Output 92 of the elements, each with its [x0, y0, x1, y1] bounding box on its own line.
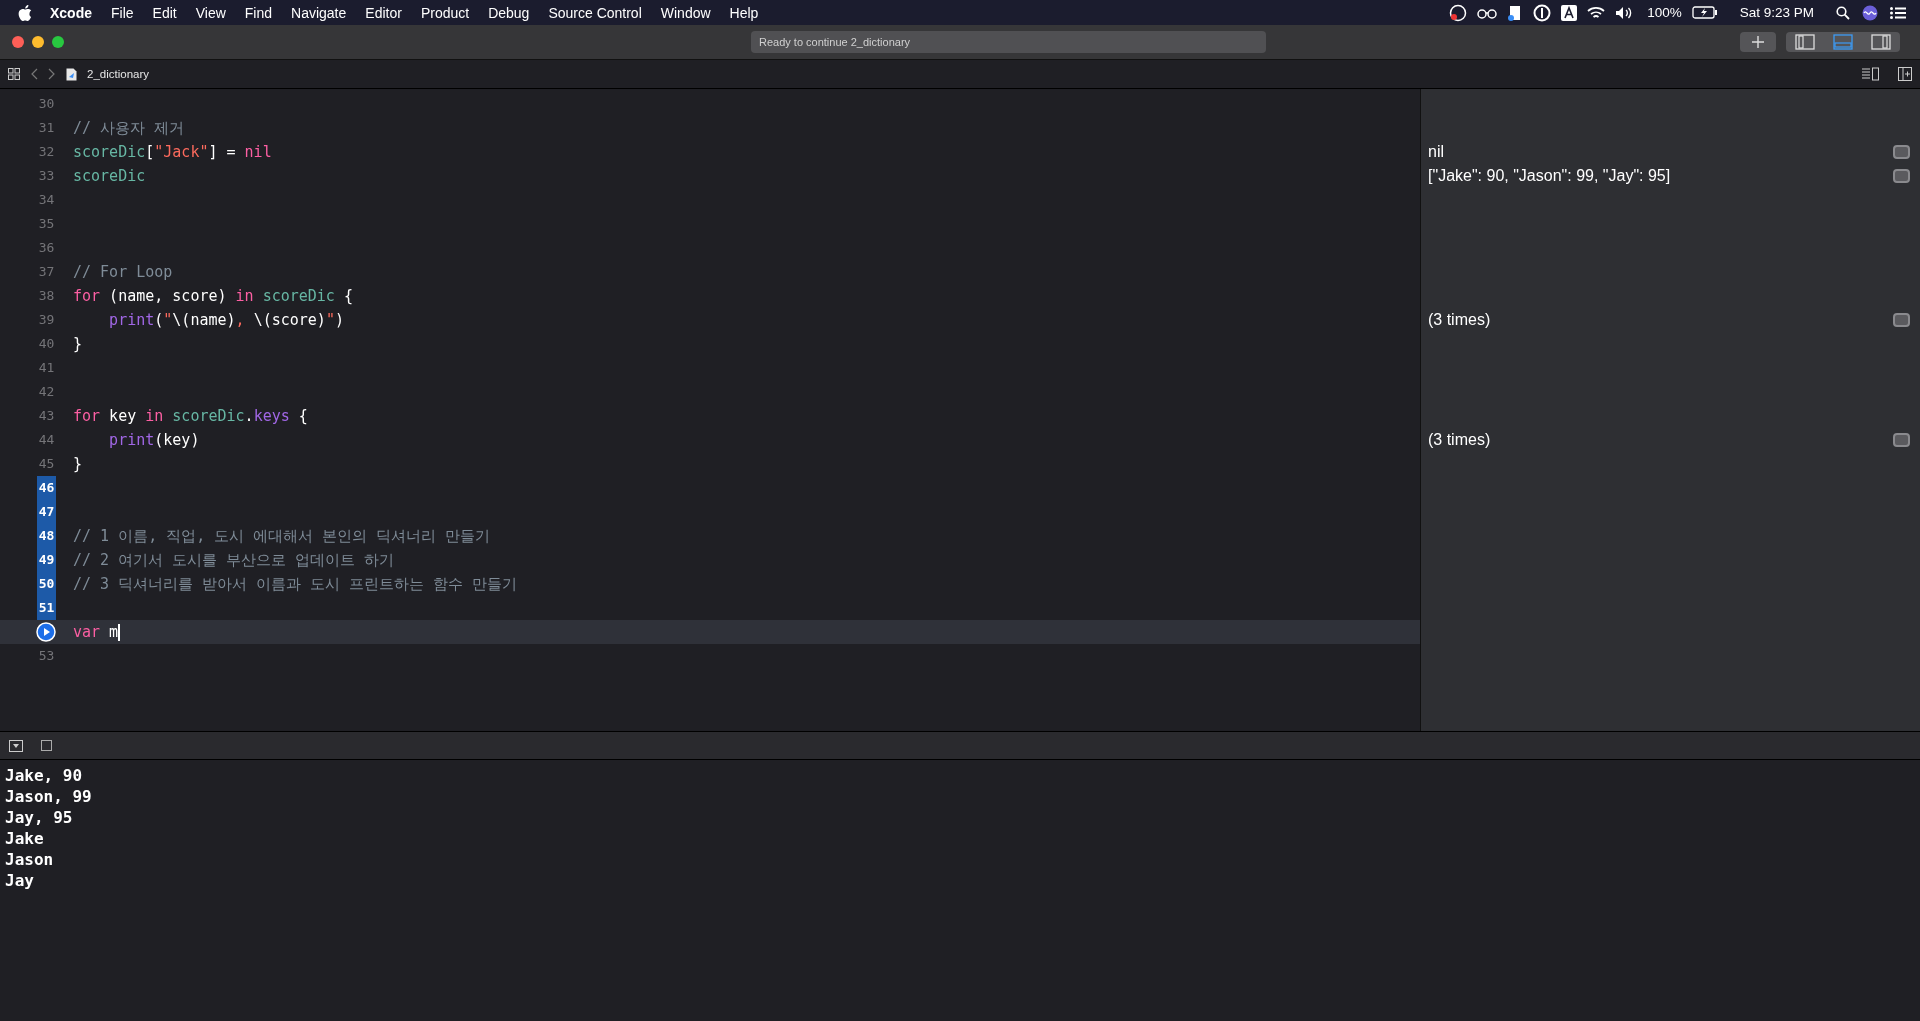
console-output: Jake, 90: [5, 765, 84, 786]
result-value: (3 times): [1428, 311, 1492, 329]
line-number: 51: [37, 596, 56, 620]
line-number: 45: [37, 455, 56, 473]
code-line: print("\(name), \(score)"): [108, 311, 344, 329]
code-line: }: [73, 335, 83, 353]
line-number: 46: [37, 476, 56, 500]
console-output: Jay, 95: [5, 807, 74, 828]
line-number: 32: [37, 143, 56, 161]
line-number: 30: [37, 95, 56, 113]
minimize-button[interactable]: [32, 36, 44, 48]
code-line: }: [73, 455, 83, 473]
code-line: // 1 이름, 직업, 도시 에대해서 본인의 딕셔너리 만들기: [73, 526, 491, 546]
code-line: for key in scoreDic.keys {: [73, 407, 308, 425]
code-line: // 3 딕셔너리를 받아서 이름과 도시 프린트하는 함수 만들기: [73, 574, 518, 594]
activity-status-field: Ready to continue 2_dictionary: [751, 31, 1266, 53]
code-line: var m: [73, 623, 121, 641]
line-number: 37: [37, 263, 56, 281]
line-number: 41: [37, 359, 56, 377]
menu-item[interactable]: Debug: [488, 4, 530, 21]
glasses-icon[interactable]: [1477, 6, 1498, 19]
line-number: 33: [37, 167, 56, 185]
console-output: Jay: [5, 870, 35, 891]
menu-item[interactable]: Source Control: [548, 4, 642, 21]
file-icon: [66, 67, 77, 81]
menu-item[interactable]: Find: [244, 4, 273, 21]
console-output: Jason, 99: [5, 786, 93, 807]
menu-item[interactable]: Navigate: [291, 4, 347, 21]
line-number: 35: [37, 215, 56, 233]
line-number: 47: [37, 500, 56, 524]
quick-look-button[interactable]: [1893, 433, 1910, 447]
wifi-icon[interactable]: [1587, 5, 1606, 20]
line-number: 31: [37, 119, 56, 137]
menu-item[interactable]: Edit: [152, 4, 177, 21]
password-icon[interactable]: [1533, 3, 1552, 22]
quick-look-button[interactable]: [1893, 169, 1910, 183]
zoom-button[interactable]: [52, 36, 64, 48]
result-value: (3 times): [1428, 431, 1492, 449]
minimap-icon[interactable]: [1862, 67, 1880, 81]
line-number: 48: [37, 524, 56, 548]
line-number: 42: [37, 383, 56, 401]
grid-icon[interactable]: [8, 68, 20, 80]
menu-item[interactable]: Help: [729, 4, 759, 21]
line-number: 36: [37, 239, 56, 257]
add-editor-icon[interactable]: [1898, 67, 1912, 81]
code-line: // 사용자 제거: [73, 118, 185, 138]
menu-item[interactable]: Window: [660, 4, 711, 21]
code-line: scoreDic["Jack"] = nil: [73, 143, 272, 161]
line-number: 44: [37, 431, 56, 449]
menu-item[interactable]: View: [195, 4, 226, 21]
apple-logo-icon[interactable]: [18, 4, 32, 21]
app-menu[interactable]: Xcode: [50, 4, 92, 21]
hide-console-icon[interactable]: [9, 739, 23, 752]
forward-chevron-icon[interactable]: [48, 68, 56, 80]
menu-bar-clock[interactable]: Sat 9:23 PM: [1739, 5, 1814, 20]
menu-item[interactable]: File: [111, 4, 134, 21]
line-number: 39: [37, 311, 56, 329]
add-button[interactable]: [1740, 32, 1776, 52]
code-line: print(key): [108, 431, 200, 449]
menu-item[interactable]: Editor: [365, 4, 402, 21]
result-value: ["Jake": 90, "Jason": 99, "Jay": 95]: [1428, 167, 1672, 185]
volume-icon[interactable]: [1615, 5, 1634, 20]
siri-icon[interactable]: [1862, 4, 1878, 21]
close-button[interactable]: [12, 36, 24, 48]
plus-icon: [1752, 36, 1764, 48]
line-number: 53: [37, 647, 56, 665]
line-number: 38: [37, 287, 56, 305]
battery-icon[interactable]: [1691, 6, 1718, 19]
code-line: for (name, score) in scoreDic {: [73, 287, 353, 305]
input-source-icon[interactable]: [1561, 4, 1578, 21]
menu-item[interactable]: Product: [420, 4, 470, 21]
file-breadcrumb[interactable]: 2_dictionary: [87, 68, 149, 80]
quick-look-button[interactable]: [1893, 313, 1910, 327]
code-line: // 2 여기서 도시를 부산으로 업데이트 하기: [73, 550, 395, 570]
line-number: 43: [37, 407, 56, 425]
record-status-icon[interactable]: [1449, 3, 1468, 22]
line-number: 40: [37, 335, 56, 353]
line-number: 34: [37, 191, 56, 209]
code-line: // For Loop: [73, 263, 173, 281]
console-output: Jake: [5, 828, 45, 849]
square-icon[interactable]: [41, 740, 52, 751]
battery-percentage: 100%: [1647, 5, 1682, 20]
run-button-icon[interactable]: [36, 622, 56, 642]
notification-center-icon[interactable]: [1890, 6, 1906, 19]
quick-look-button[interactable]: [1893, 145, 1910, 159]
console-output: Jason: [5, 849, 55, 870]
back-chevron-icon[interactable]: [30, 68, 38, 80]
result-value: nil: [1428, 143, 1445, 161]
line-number: 50: [37, 572, 56, 596]
line-number: 49: [37, 548, 56, 572]
code-line: scoreDic: [73, 167, 146, 185]
search-icon[interactable]: [1836, 5, 1850, 20]
